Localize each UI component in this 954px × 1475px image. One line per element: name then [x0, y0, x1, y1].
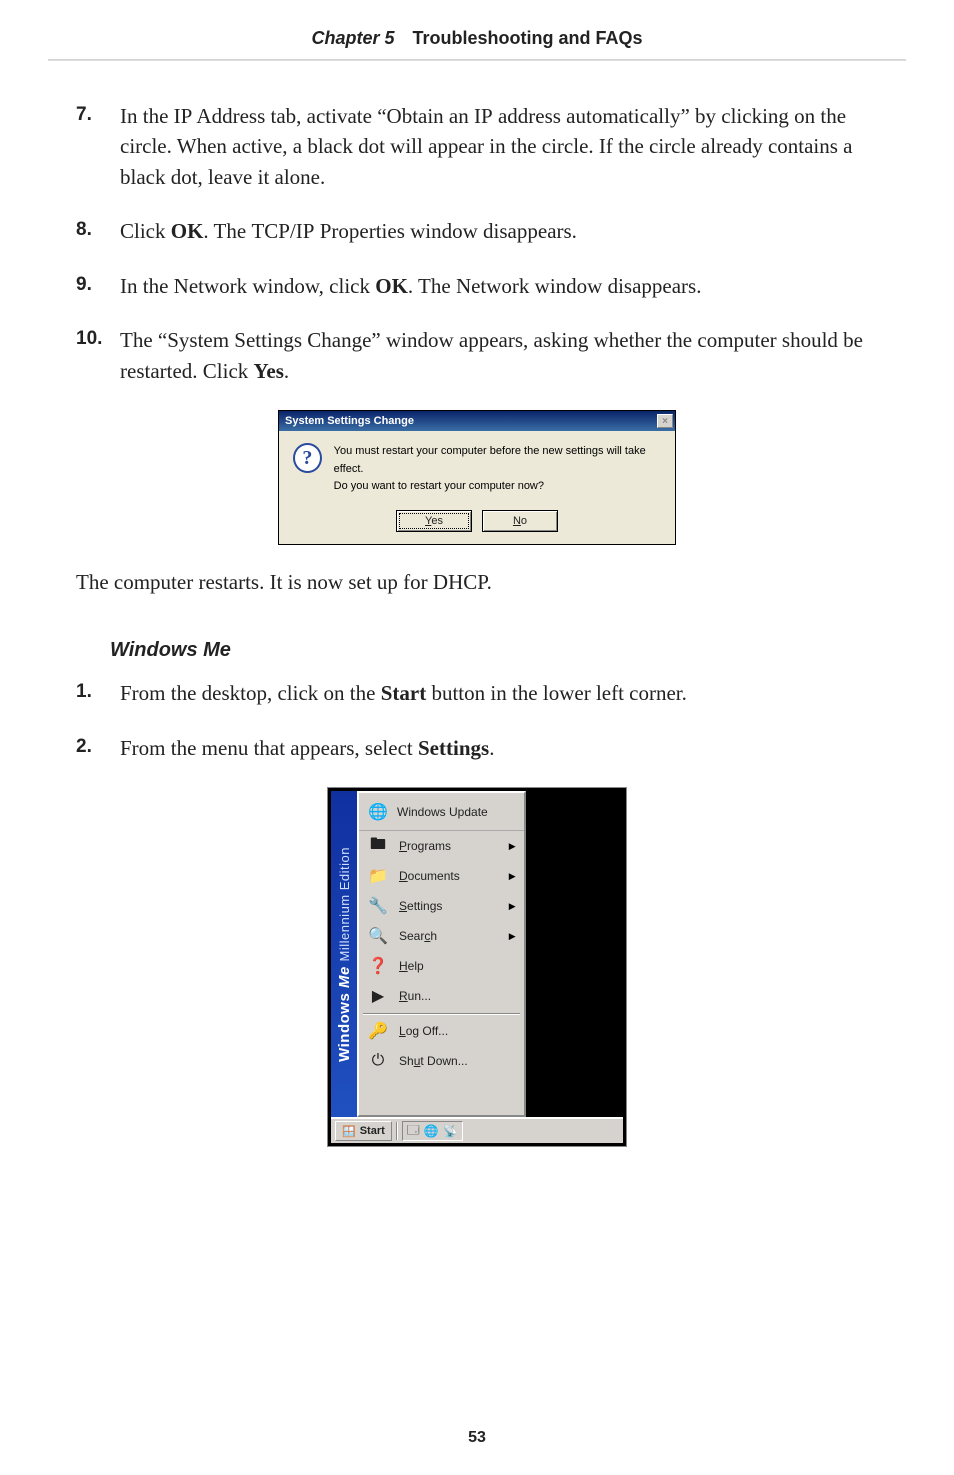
submenu-arrow-icon: ▶: [509, 841, 516, 852]
step-9: 9. In the Network window, click OK. The …: [76, 271, 878, 301]
dialog-line-2: Do you want to restart your computer now…: [334, 478, 661, 496]
no-button[interactable]: No: [482, 510, 558, 532]
page-content: 7. In the IP Address tab, activate “Obta…: [0, 61, 954, 1147]
step-10: 10. The “System Settings Change” window …: [76, 325, 878, 386]
submenu-arrow-icon: ▶: [509, 901, 516, 912]
taskbar: 🪟 Start 🗔 🌐 📡: [331, 1117, 623, 1143]
menu-item-documents[interactable]: 📁 Documents ▶: [359, 861, 524, 891]
tray-icon[interactable]: 📡: [443, 1124, 458, 1138]
search-icon: 🔍: [367, 925, 389, 947]
dialog-line-1: You must restart your computer before th…: [334, 443, 661, 478]
chapter-title: Troubleshooting and FAQs: [413, 28, 643, 48]
help-icon: ❓: [367, 955, 389, 977]
run-icon: ▶: [367, 985, 389, 1007]
taskbar-divider: [396, 1122, 398, 1140]
chapter-label: Chapter 5: [311, 28, 394, 48]
system-settings-dialog: System Settings Change × ? You must rest…: [278, 410, 676, 545]
step-number: 8.: [76, 216, 120, 246]
system-settings-dialog-figure: System Settings Change × ? You must rest…: [76, 410, 878, 545]
start-menu-stripe: Windows Me Millennium Edition: [331, 791, 357, 1117]
step-b2: 2. From the menu that appears, select Se…: [76, 733, 878, 763]
subheading-windows-me: Windows Me: [110, 639, 878, 662]
question-icon: ?: [293, 443, 322, 473]
step-number: 2.: [76, 733, 120, 763]
dialog-title: System Settings Change: [285, 415, 414, 427]
windows-flag-icon: 🪟: [342, 1125, 356, 1138]
dialog-titlebar: System Settings Change ×: [279, 411, 675, 431]
menu-item-windows-update[interactable]: 🌐 Windows Update: [359, 793, 524, 831]
steps-list-a: 7. In the IP Address tab, activate “Obta…: [76, 101, 878, 386]
menu-item-settings[interactable]: 🔧 Settings ▶: [359, 891, 524, 921]
menu-item-programs[interactable]: 🖿 Programs ▶: [359, 831, 524, 861]
step-number: 9.: [76, 271, 120, 301]
dialog-body: ? You must restart your computer before …: [279, 431, 675, 508]
windows-update-icon: 🌐: [367, 801, 389, 823]
menu-item-run[interactable]: ▶ Run...: [359, 981, 524, 1011]
step-number: 7.: [76, 101, 120, 192]
menu-separator: [363, 1013, 520, 1014]
menu-item-shutdown[interactable]: ⏻ Shut Down...: [359, 1046, 524, 1076]
start-menu-screenshot: Windows Me Millennium Edition 🌐 Windows …: [327, 787, 627, 1147]
shutdown-icon: ⏻: [367, 1050, 389, 1072]
settings-icon: 🔧: [367, 895, 389, 917]
step-number: 1.: [76, 678, 120, 708]
step-7: 7. In the IP Address tab, activate “Obta…: [76, 101, 878, 192]
menu-item-help[interactable]: ❓ Help: [359, 951, 524, 981]
step-b1: 1. From the desktop, click on the Start …: [76, 678, 878, 708]
tray-icon[interactable]: 🌐: [424, 1124, 439, 1138]
submenu-arrow-icon: ▶: [509, 931, 516, 942]
start-menu-figure: Windows Me Millennium Edition 🌐 Windows …: [76, 787, 878, 1147]
start-label: Start: [360, 1125, 385, 1137]
menu-item-search[interactable]: 🔍 Search ▶: [359, 921, 524, 951]
start-button[interactable]: 🪟 Start: [335, 1121, 392, 1141]
desktop-background: [526, 791, 623, 1117]
menu-label: Windows Update: [397, 805, 488, 819]
steps-list-b: 1. From the desktop, click on the Start …: [76, 678, 878, 763]
logoff-icon: 🔑: [367, 1020, 389, 1042]
step-8: 8. Click OK. The TCP/IP Properties windo…: [76, 216, 878, 246]
paragraph-restart: The computer restarts. It is now set up …: [76, 567, 878, 597]
tray-icon[interactable]: 🗔: [407, 1121, 420, 1142]
menu-item-logoff[interactable]: 🔑 Log Off...: [359, 1016, 524, 1046]
start-menu: Windows Me Millennium Edition 🌐 Windows …: [331, 791, 526, 1117]
dialog-buttons: Yes No: [279, 508, 675, 544]
page-number: 53: [0, 1429, 954, 1447]
step-number: 10.: [76, 325, 120, 386]
programs-icon: 🖿: [367, 835, 389, 857]
documents-icon: 📁: [367, 865, 389, 887]
quick-launch: 🗔 🌐 📡: [402, 1121, 463, 1141]
yes-button[interactable]: Yes: [396, 510, 472, 532]
page-header: Chapter 5 Troubleshooting and FAQs: [0, 0, 954, 59]
close-icon[interactable]: ×: [657, 414, 673, 428]
submenu-arrow-icon: ▶: [509, 871, 516, 882]
